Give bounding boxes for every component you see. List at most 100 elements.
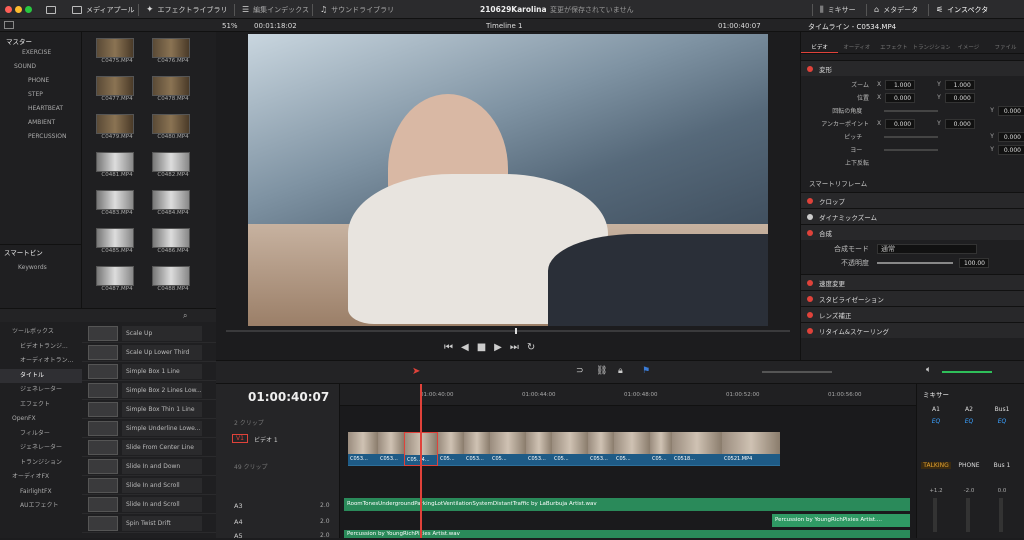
fx-tree-item[interactable]: ビデオトランジ... [0,340,82,355]
clip-thumbnail[interactable] [96,190,134,210]
master-bin[interactable]: マスター [0,32,81,46]
crop-section[interactable]: クロップ [801,192,1024,208]
enabled-dot[interactable] [807,66,813,72]
opacity-slider[interactable] [877,262,953,264]
fx-list-item[interactable]: Scale Up [82,324,216,343]
video-clip[interactable]: C053... [588,432,614,466]
video-clip[interactable]: C053... [464,432,490,466]
eq-button[interactable]: EQ [987,418,1017,425]
zoom-level[interactable]: 51% [222,22,238,30]
video-clip[interactable]: C0518... [672,432,722,466]
minimize-window-button[interactable] [15,6,22,13]
fx-tree-item[interactable]: ジェネレーター [0,383,82,398]
fx-tree-item[interactable]: タイトル [0,369,82,384]
edit-index-button[interactable]: ☰編集インデックス [242,2,309,17]
media-clip[interactable]: C0483.MP4 [96,190,138,216]
mixer-fader[interactable] [966,498,970,532]
video-clip[interactable]: C053... [378,432,404,466]
tab-0[interactable]: ビデオ [801,32,838,53]
video-clip[interactable]: C05... [438,432,464,466]
enabled-dot[interactable] [807,312,813,318]
inspector-button[interactable]: ⚟インスペクタ [936,2,988,17]
media-clip[interactable]: C0478.MP4 [152,76,194,102]
fx-tree-item[interactable]: ジェネレーター [0,441,82,456]
bin-item[interactable]: PERCUSSION [0,130,81,144]
media-clip[interactable]: C0481.MP4 [96,152,138,178]
disabled-dot[interactable] [807,214,813,220]
bin-item[interactable]: HEARTBEAT [0,102,81,116]
media-clip[interactable]: C0482.MP4 [152,152,194,178]
fx-list-item[interactable]: Scale Up Lower Third [82,343,216,362]
media-pool-button[interactable]: メディアプール [72,2,135,17]
transport-controls[interactable]: ⏮◀■▶⏭↻ [444,342,543,353]
clip-thumbnail[interactable] [96,266,134,286]
bin-item[interactable]: SOUND [0,60,81,74]
bin-item[interactable]: AMBIENT [0,116,81,130]
media-clip[interactable]: C0475.MP4 [96,38,138,64]
position-x[interactable]: 0.000 [885,93,915,103]
audio-clip[interactable]: Percussion by YoungRichPixies Artist.wav [344,530,910,538]
fx-list-item[interactable]: Simple Box 1 Line Lowe... [82,362,216,381]
video-clip[interactable]: C05... [614,432,650,466]
sound-library-button[interactable]: ♫サウンドライブラリ [320,2,394,17]
fx-list-item[interactable]: Slide In and Scroll Lowe... [82,495,216,514]
speaker-icon[interactable]: 🔈︎ [926,365,931,375]
media-clip[interactable]: C0485.MP4 [96,228,138,254]
slider[interactable] [884,136,938,138]
mixer-fader[interactable] [933,498,937,532]
fx-tree-item[interactable]: フィルター [0,427,82,442]
media-clip[interactable]: C0488.MP4 [152,266,194,292]
snap-icon[interactable]: ⊃ [576,366,584,376]
clip-thumbnail[interactable] [152,152,190,172]
fx-list-item[interactable]: Spin Twist Drift [82,514,216,533]
fx-tree-item[interactable]: オーディオFX [0,470,82,485]
enabled-dot[interactable] [807,198,813,204]
v1-track-label[interactable]: V1 [232,434,248,443]
media-clip[interactable]: C0476.MP4 [152,38,194,64]
speed-change-section[interactable]: 速度変更 [801,274,1024,290]
enabled-dot[interactable] [807,296,813,302]
media-clip[interactable]: C0487.MP4 [96,266,138,292]
media-clip[interactable]: C0480.MP4 [152,114,194,140]
fx-tree-item[interactable]: ツールボックス [0,325,82,340]
enabled-dot[interactable] [807,230,813,236]
panel-toggle-icon[interactable] [4,21,14,29]
timeline-selector[interactable]: Timeline 1 [486,22,522,30]
position-y[interactable]: 0.000 [945,93,975,103]
lens-correction-section[interactable]: レンズ補正 [801,306,1024,322]
media-clip[interactable]: C0486.MP4 [152,228,194,254]
video-clip[interactable]: C05... [650,432,672,466]
tab-3[interactable]: トランジション [913,32,950,53]
clip-thumbnail[interactable] [152,266,190,286]
transform-section[interactable]: 変形 [801,60,1024,76]
composite-section[interactable]: 合成 [801,224,1024,240]
fx-tree-item[interactable]: OpenFX [0,412,82,427]
fx-tree-item[interactable]: FairlightFX [0,485,82,500]
rotation-y[interactable]: 0.000 [998,106,1024,116]
clip-thumbnail[interactable] [152,114,190,134]
playhead[interactable] [420,384,422,538]
media-clip[interactable]: C0479.MP4 [96,114,138,140]
volume-slider[interactable] [942,371,992,373]
clip-thumbnail[interactable] [96,228,134,248]
pitch-y[interactable]: 0.000 [998,132,1024,142]
anchor-x[interactable]: 0.000 [885,119,915,129]
media-clip[interactable]: C0477.MP4 [96,76,138,102]
lock-icon[interactable]: 🔒︎ [618,366,623,376]
clip-thumbnail[interactable] [152,38,190,58]
retime-section[interactable]: リタイム&スケーリング [801,322,1024,338]
video-frame[interactable] [248,34,768,326]
opacity-value[interactable]: 100.00 [959,258,989,268]
video-clip[interactable]: C0521.MP4 [722,432,780,466]
video-clip[interactable]: C05... [552,432,588,466]
link-icon[interactable]: ⛓ [596,366,607,376]
zoom-slider[interactable] [762,371,832,373]
tab-5[interactable]: ファイル [987,32,1024,53]
mixer-fader[interactable] [999,498,1003,532]
video-clip[interactable]: C05... [490,432,526,466]
clip-thumbnail[interactable] [96,114,134,134]
a5-track-label[interactable]: A5 [234,532,243,540]
clip-thumbnail[interactable] [152,76,190,96]
a4-track-label[interactable]: A4 [234,518,243,526]
eq-button[interactable]: EQ [921,418,951,425]
